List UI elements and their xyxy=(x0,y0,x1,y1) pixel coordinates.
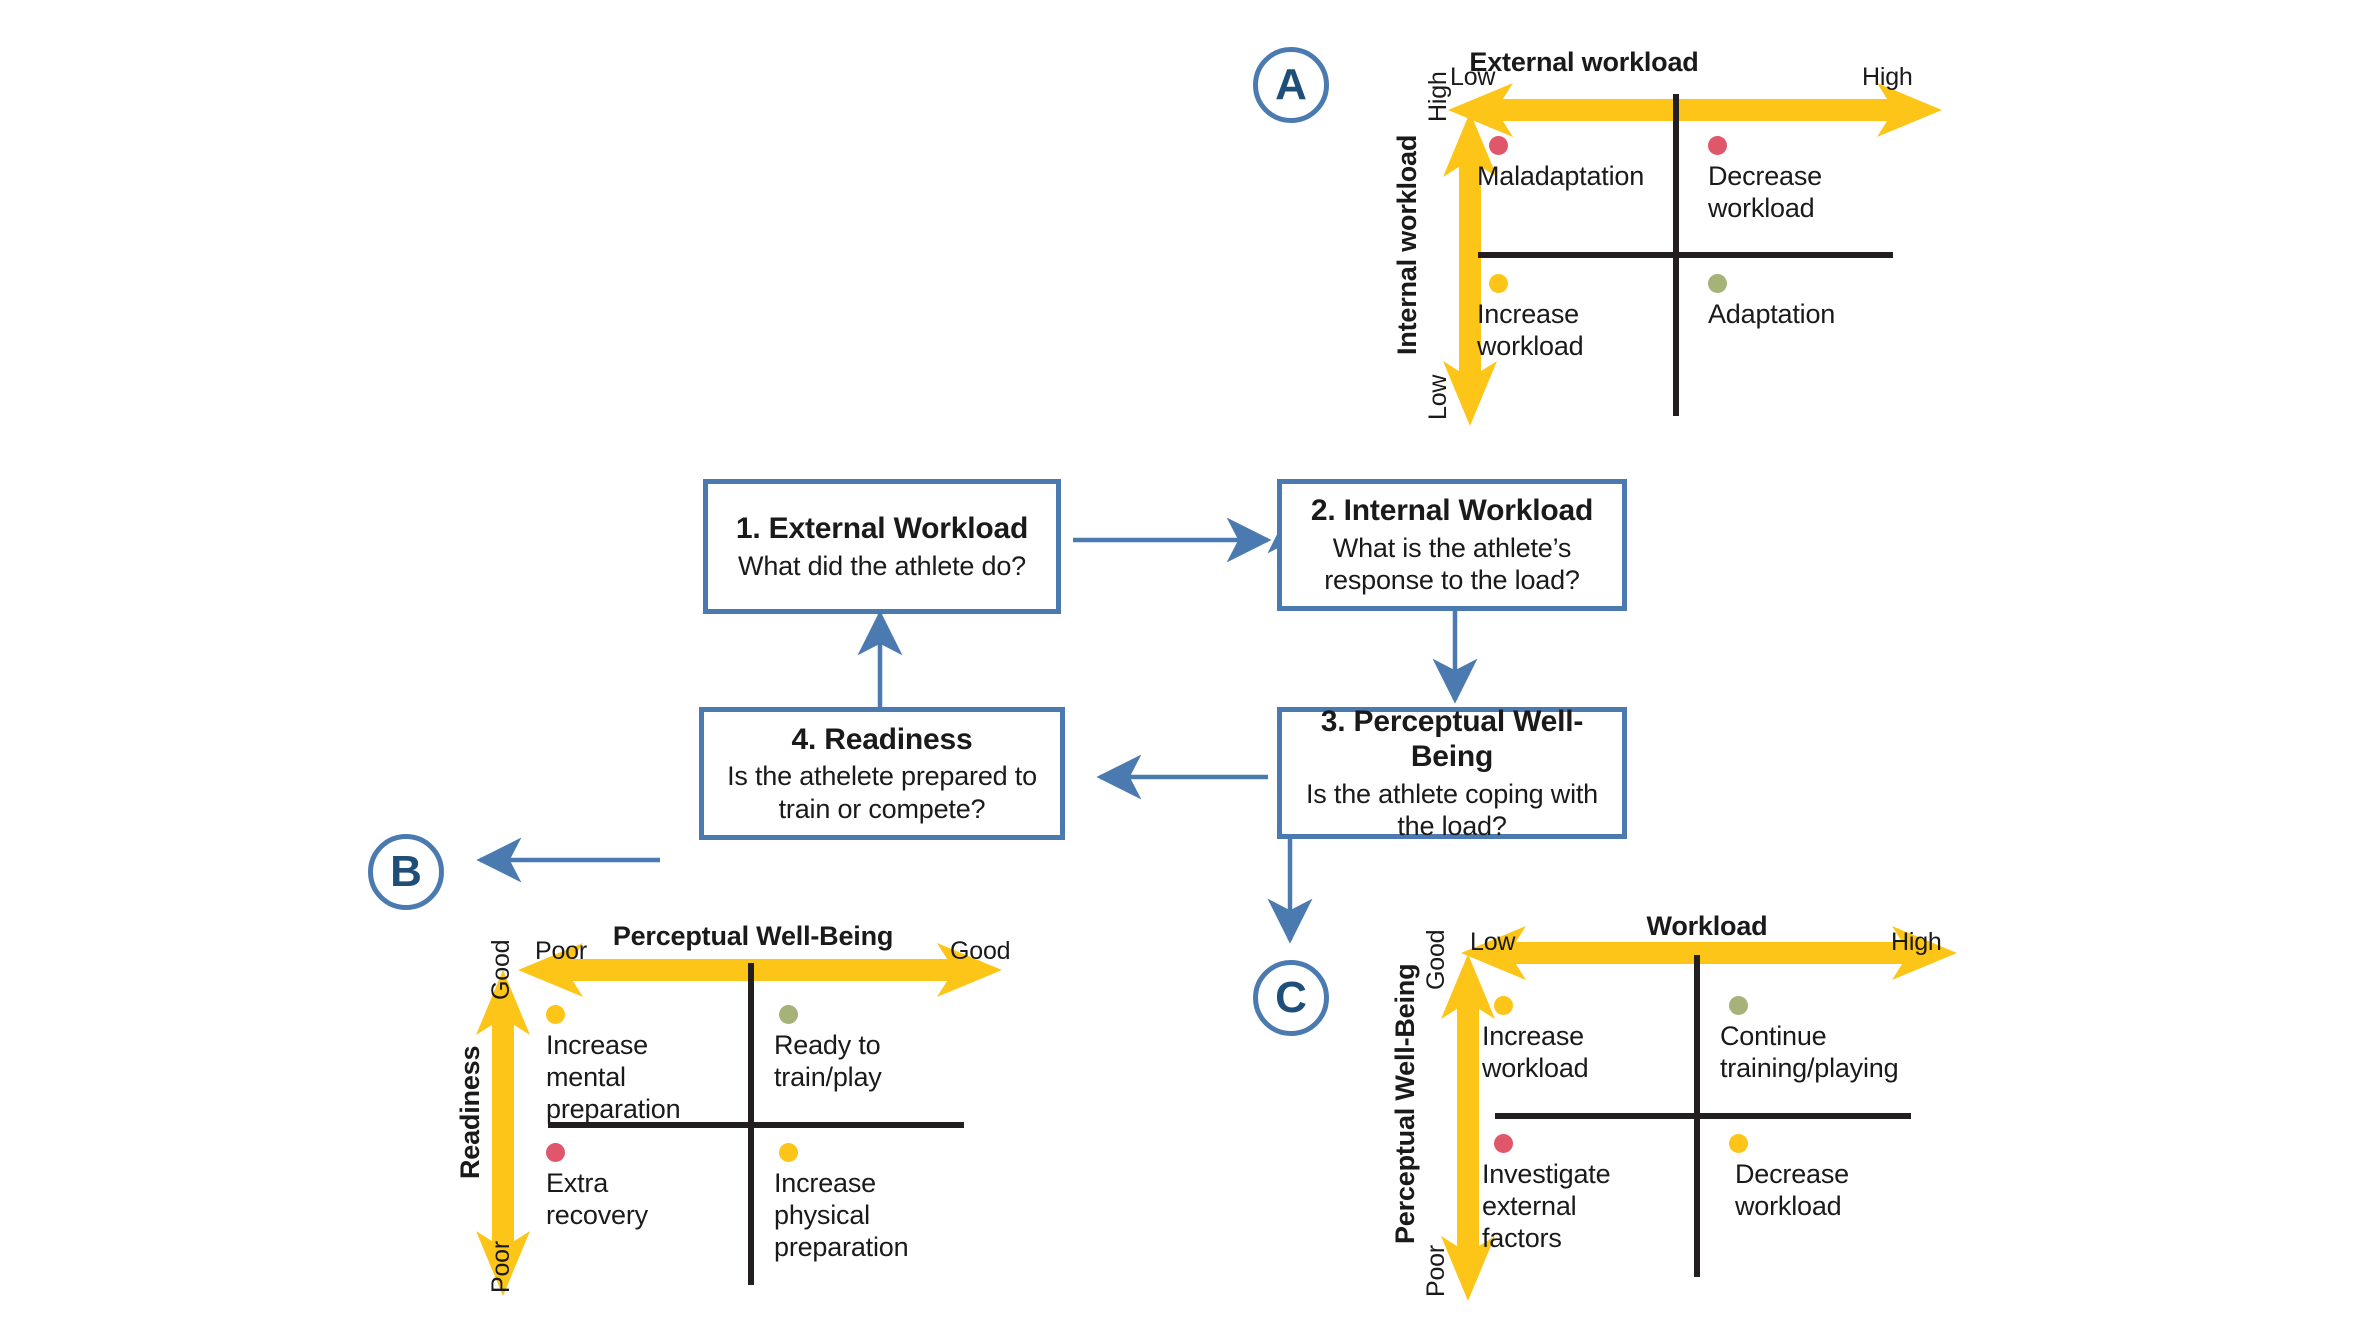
process-box-2-internal-workload[interactable]: 2. Internal Workload What is the athlete… xyxy=(1277,479,1627,611)
panelC-label-bottom-right: Decrease workload xyxy=(1735,1159,1849,1221)
panelB-label-top-left-line1: Increase mental xyxy=(546,1030,648,1092)
panelC-label-bottom-left-line1: Investigate xyxy=(1482,1159,1611,1189)
panelA-label-bottom-right: Adaptation xyxy=(1708,299,1836,329)
panelA-dot-top-right xyxy=(1708,136,1727,155)
panelA-x-axis-title: External workload xyxy=(1469,47,1699,77)
box3-title: 3. Perceptual Well-Being xyxy=(1320,704,1584,774)
panelC-dot-top-right xyxy=(1729,996,1748,1015)
panelC-label-top-left: Increase workload xyxy=(1482,1021,1589,1083)
panelA-label-top-left: Maladaptation xyxy=(1477,161,1645,191)
panelC-label-bottom-left-line2: external factors xyxy=(1482,1190,1577,1253)
panelC-horizontal-divider xyxy=(1495,1113,1911,1119)
panelB-label-top-left: Increase mental preparation xyxy=(546,1030,681,1126)
panelA-dot-top-left xyxy=(1489,136,1508,155)
badge-b: B xyxy=(368,834,444,910)
panelA-x-high-label: High xyxy=(1862,63,1913,91)
panelB-label-bottom-right-line1: Increase physical xyxy=(774,1168,876,1230)
process-box-4-readiness[interactable]: 4. Readiness Is the athelete prepared to… xyxy=(699,707,1065,840)
panelC-vertical-divider xyxy=(1694,955,1700,1277)
panelB-label-bottom-right-line2: preparation xyxy=(774,1231,909,1262)
panelC-dot-top-left xyxy=(1494,996,1513,1015)
process-box-1-external-workload[interactable]: 1. External Workload What did the athlet… xyxy=(703,479,1061,614)
panelA-y-axis-title: Internal workload xyxy=(1392,134,1422,355)
box3-subtitle: Is the athlete coping with the load? xyxy=(1306,778,1598,841)
panelC-dot-bottom-left xyxy=(1494,1134,1513,1153)
panelC-label-top-right: Continue training/playing xyxy=(1720,1021,1899,1083)
panelB-label-bottom-right: Increase physical preparation xyxy=(774,1168,909,1264)
panelA-y-low-label: Low xyxy=(1424,374,1452,420)
arrow-layer xyxy=(476,83,1957,1301)
panelC-y-low-label: Poor xyxy=(1422,1244,1450,1297)
panelC-y-high-label: Good xyxy=(1422,929,1450,990)
badge-a: A xyxy=(1253,47,1329,123)
panelA-y-high-label: High xyxy=(1424,71,1452,122)
panelB-x-high-label: Good xyxy=(950,937,1011,965)
panelC-y-axis-title: Perceptual Well-Being xyxy=(1390,963,1420,1244)
badge-c: C xyxy=(1253,960,1329,1036)
process-box-3-perceptual-well-being[interactable]: 3. Perceptual Well-Being Is the athlete … xyxy=(1277,704,1627,841)
panelA-dot-bottom-right xyxy=(1708,274,1727,293)
panelA-label-top-right: Decrease workload xyxy=(1708,161,1822,223)
box1-title: 1. External Workload xyxy=(735,512,1029,546)
panelB-x-axis-title: Perceptual Well-Being xyxy=(612,921,894,951)
panelB-dot-top-left xyxy=(546,1005,565,1024)
box1-subtitle: What did the athlete do? xyxy=(738,550,1026,581)
panelB-dot-bottom-right xyxy=(779,1143,798,1162)
panelA-label-bottom-left: Increase workload xyxy=(1477,299,1584,361)
panelB-dot-top-right xyxy=(779,1005,798,1024)
panelB-y-high-label: Good xyxy=(487,939,515,1000)
box2-title: 2. Internal Workload xyxy=(1310,494,1594,528)
panelA-x-low-label: Low xyxy=(1450,63,1496,91)
panelB-y-low-label: Poor xyxy=(487,1240,515,1293)
diagram-canvas: A B C 1. External Workload What did the … xyxy=(0,0,2362,1328)
box2-subtitle: What is the athlete’s response to the lo… xyxy=(1324,532,1580,596)
panelC-x-axis-title: Workload xyxy=(1646,911,1768,941)
panelB-dot-bottom-left xyxy=(546,1143,565,1162)
panelC-label-bottom-left: Investigate external factors xyxy=(1482,1159,1611,1255)
panelB-x-low-label: Poor xyxy=(535,937,588,965)
panelB-label-top-right: Ready to train/play xyxy=(774,1030,882,1092)
panelB-vertical-divider xyxy=(748,963,754,1285)
panelB-y-axis-title: Readiness xyxy=(455,1045,485,1179)
box4-title: 4. Readiness xyxy=(791,722,973,756)
panelB-label-bottom-left: Extra recovery xyxy=(546,1168,648,1230)
box4-subtitle: Is the athelete prepared to train or com… xyxy=(727,761,1037,824)
panelA-horizontal-divider xyxy=(1478,252,1893,258)
panelC-dot-bottom-right xyxy=(1729,1134,1748,1153)
panelA-vertical-divider xyxy=(1673,94,1679,416)
panelC-x-low-label: Low xyxy=(1470,928,1516,956)
panelA-dot-bottom-left xyxy=(1489,274,1508,293)
panelC-x-high-label: High xyxy=(1891,928,1942,956)
panelB-label-top-left-line2: preparation xyxy=(546,1093,681,1124)
